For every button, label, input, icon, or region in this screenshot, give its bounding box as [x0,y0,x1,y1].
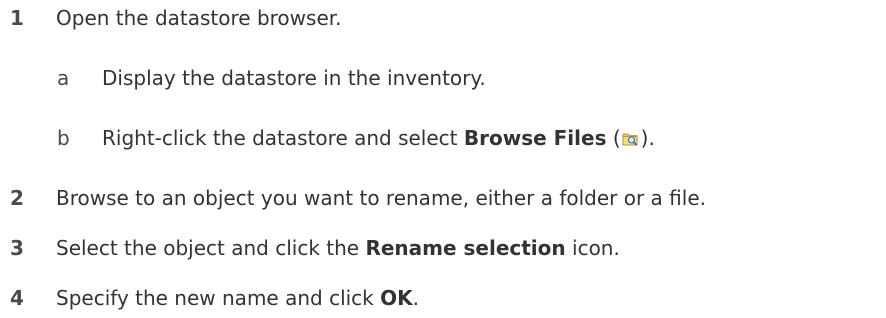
ok-label: OK [380,286,413,310]
rename-selection-label: Rename selection [365,236,566,260]
step-text-after: . [412,286,419,310]
step-text-before: Specify the new name and click [56,286,381,310]
step-number: 2 [10,186,24,210]
substep-text: Display the datastore in the inventory. [102,66,486,90]
step-text: Select the object and click the Rename s… [56,236,620,260]
step-number: 4 [10,286,24,310]
step-text: Specify the new name and click OK. [56,286,419,310]
step-text-after: icon. [565,236,620,260]
substep-text: Right-click the datastore and select Bro… [102,126,655,150]
step-number: 1 [10,6,24,30]
datastore-browser-icon [622,128,640,146]
substep-text-after: ). [640,126,655,150]
substep-text-before: Right-click the datastore and select [102,126,464,150]
substep-text-mid: ( [606,126,621,150]
step-text-before: Select the object and click the [56,236,366,260]
step-number: 3 [10,236,24,260]
substep-letter: a [57,66,70,90]
step-text: Browse to an object you want to rename, … [56,186,706,210]
substep-letter: b [57,126,70,150]
step-text: Open the datastore browser. [56,6,342,30]
browse-files-label: Browse Files [463,126,607,150]
